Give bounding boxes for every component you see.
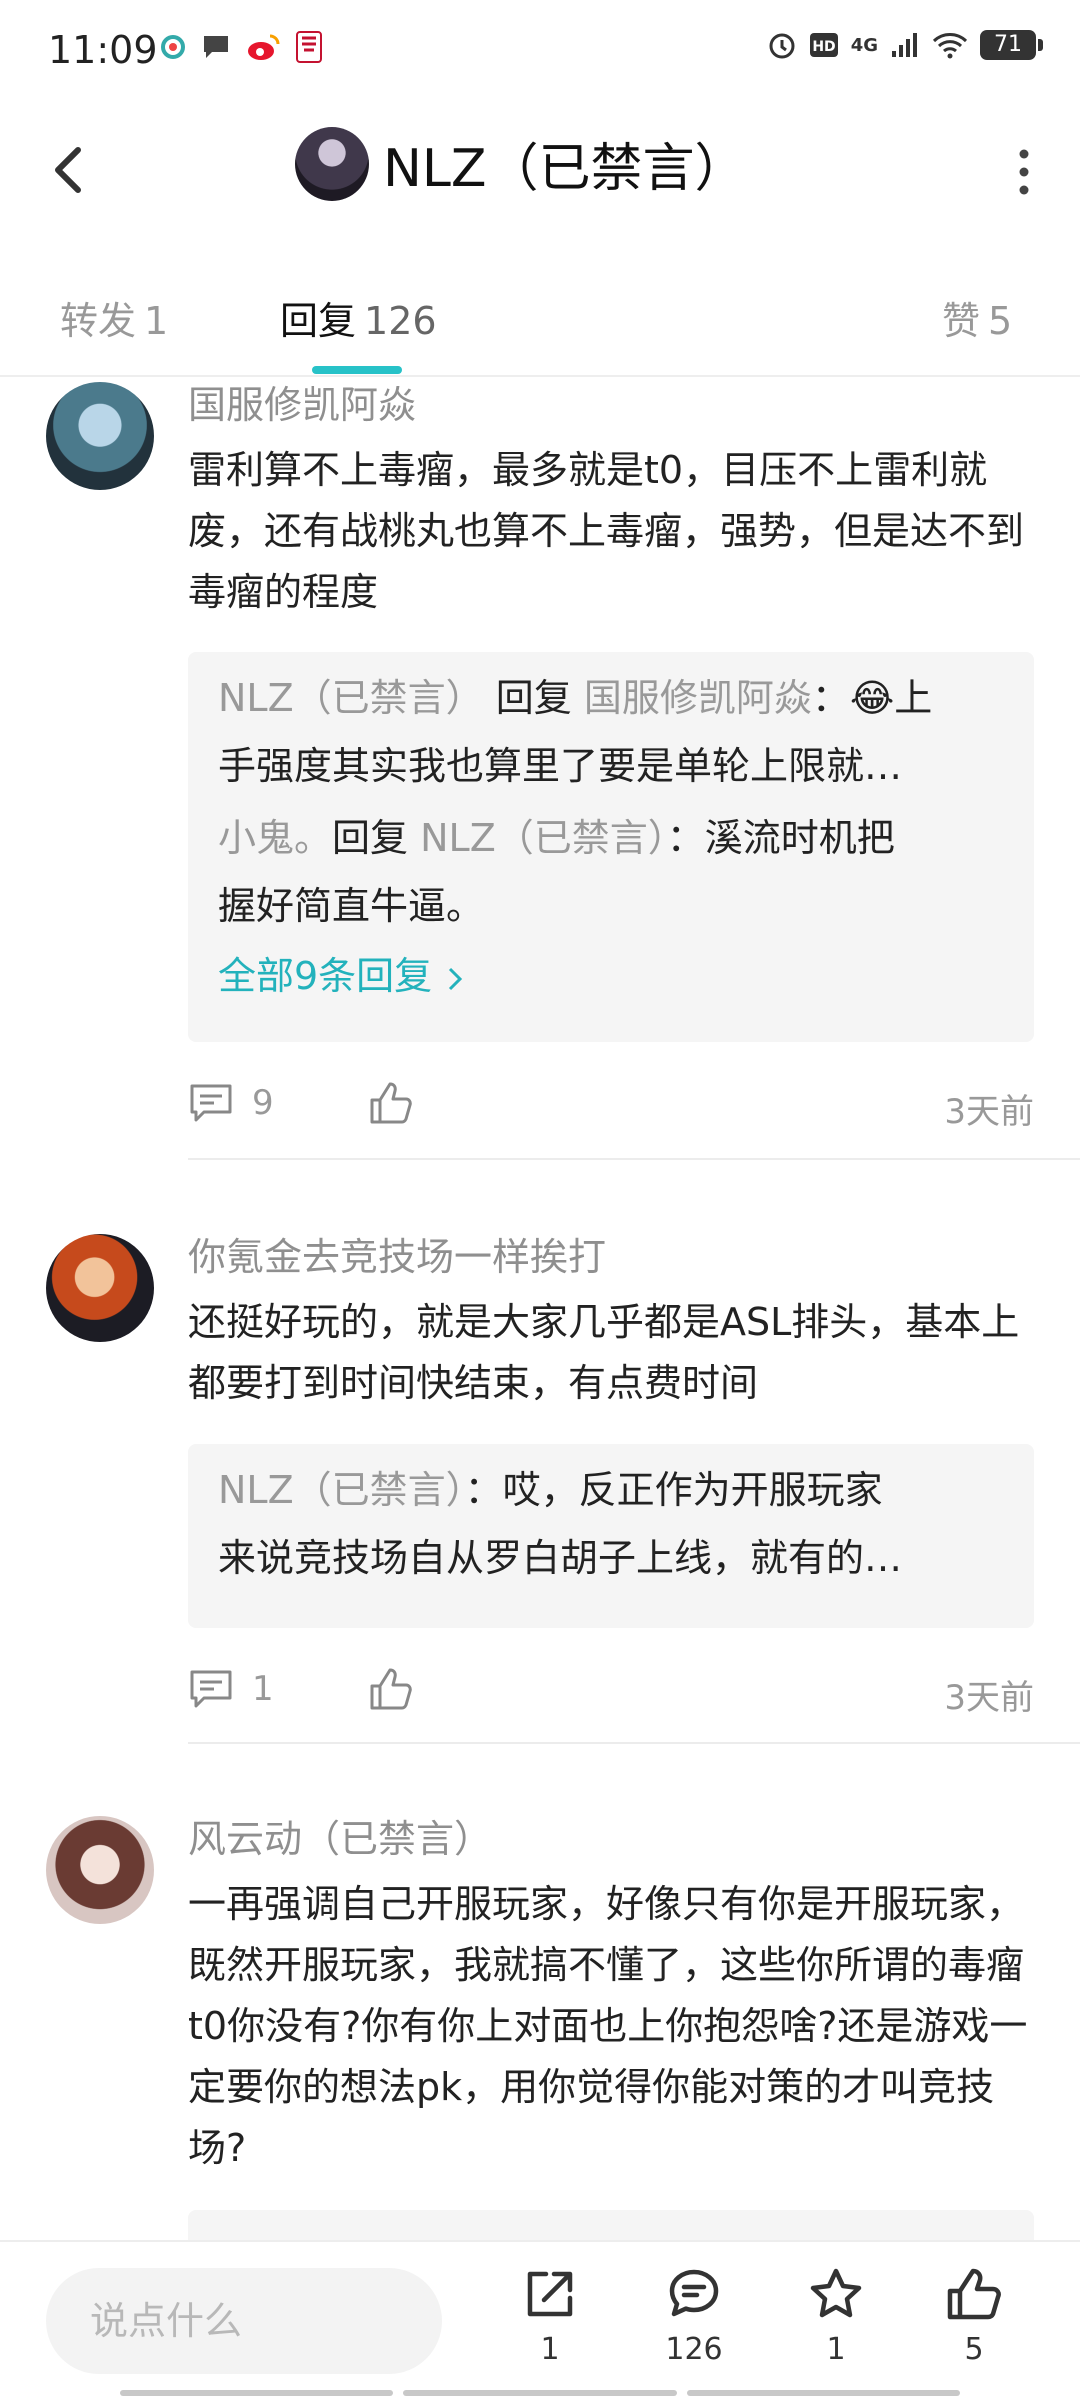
comment-count: 9 [252,1083,274,1123]
more-button[interactable] [1004,140,1044,204]
comment-icon [669,2269,719,2317]
more-icon [1019,149,1029,195]
divider [188,1158,1080,1160]
bottom-bar: 说点什么 1 126 1 5 [0,2240,1080,2402]
reply-line: 握好简直牛逼。 [218,884,485,928]
battery-icon: 71 [980,30,1043,60]
comment-count: 1 [252,1669,274,1709]
tab-likes[interactable]: 赞5 [942,290,1012,345]
hd-icon: HD [809,32,839,58]
like-button[interactable]: 5 [924,2264,1024,2367]
back-icon [55,147,81,193]
header: NLZ（已禁言） [0,100,1080,240]
tab-repost[interactable]: 转发 1 [60,290,168,345]
thumbs-up-icon [370,1082,412,1124]
chevron-right-icon [444,964,466,994]
avatar[interactable] [295,126,369,201]
share-button[interactable]: 1 [500,2264,600,2367]
comment-author[interactable]: 国服修凯阿焱 [188,374,416,429]
reply-line: 小鬼。回复 NLZ（已禁言）：溪流时机把 [218,816,895,860]
comment-button[interactable]: 9 [188,1082,274,1124]
status-time: 11:09 [48,28,158,72]
status-bar: 11:09 HD 4G 71 [0,0,1080,100]
reply-button[interactable]: 126 [644,2264,744,2367]
comment-icon [190,1084,232,1122]
thumbs-up-icon [947,2268,1001,2320]
reply-line: 来说竞技场自从罗白胡子上线，就有的… [218,1536,903,1580]
kfc-icon [294,30,324,64]
notification-icons [160,30,324,64]
comment-text: 雷利算不上毒瘤，最多就是t0，目压不上雷利就废，还有战桃丸也算不上毒瘤，强势，但… [188,448,1025,614]
reply-line: NLZ（已禁言）：哎，反正作为开服玩家 [218,1468,883,1512]
like-button[interactable] [368,1080,414,1126]
comment-author[interactable]: 你氪金去竞技场一样挨打 [188,1226,606,1281]
reply-box[interactable]: NLZ（已禁言）：哎，反正作为开服玩家 来说竞技场自从罗白胡子上线，就有的… [188,1444,1034,1628]
title-wrap: NLZ（已禁言） [295,126,747,201]
reply-line: 手强度其实我也算里了要是单轮上限就… [218,744,903,788]
star-icon [810,2268,862,2318]
app-icon-1 [160,32,186,62]
back-button[interactable] [40,136,100,204]
comment-text: 还挺好玩的，就是大家几乎都是ASL排头，基本上都要打到时间快结束，有点费时间 [188,1300,1020,1405]
reply-line: NLZ（已禁言） 回复 国服修凯阿焱：😂上 [218,676,933,720]
reply-count: 126 [665,2332,723,2367]
like-count: 5 [964,2332,984,2367]
comment-icon [190,1670,232,1708]
signal-icon [890,31,920,59]
share-count: 1 [540,2332,560,2367]
comment-text: 一再强调自己开服玩家，好像只有你是开服玩家，既然开服玩家，我就搞不懂了，这些你所… [188,1882,1028,2170]
svg-text:HD: HD [812,39,835,55]
comment-author[interactable]: 风云动（已禁言） [188,1808,492,1863]
share-icon [527,2271,573,2317]
comment-input[interactable]: 说点什么 [46,2268,442,2374]
tab-active-indicator [312,366,402,374]
like-button[interactable] [368,1666,414,1712]
weibo-icon [246,32,280,62]
action-row: 9 3天前 [188,1074,1034,1134]
message-icon [200,32,232,62]
thumbs-up-icon [370,1668,412,1710]
favorite-button[interactable]: 1 [786,2264,886,2367]
comment-time: 3天前 [944,1092,1034,1132]
see-all-replies-link[interactable]: 全部9条回复 [218,942,1008,1010]
divider [188,1742,1080,1744]
avatar[interactable] [46,1234,154,1342]
page-title: NLZ（已禁言） [383,139,747,199]
tab-bar: 转发 1 回复 126 赞5 [0,270,1080,377]
reply-box[interactable]: NLZ（已禁言） 回复 国服修凯阿焱：😂上 手强度其实我也算里了要是单轮上限就…… [188,652,1034,1042]
wifi-icon [932,31,968,59]
comment-button[interactable]: 1 [188,1668,274,1710]
home-indicator [120,2390,960,2396]
tab-replies[interactable]: 回复 126 [280,290,437,345]
alarm-icon [767,30,797,60]
favorite-count: 1 [826,2332,846,2367]
network-label: 4G [850,34,878,56]
laugh-emoji-icon: 😂 [849,676,895,720]
status-right: HD 4G 71 [767,30,1043,60]
action-row: 1 3天前 [188,1660,1034,1720]
comment-time: 3天前 [944,1678,1034,1718]
avatar[interactable] [46,382,154,490]
avatar[interactable] [46,1816,154,1924]
